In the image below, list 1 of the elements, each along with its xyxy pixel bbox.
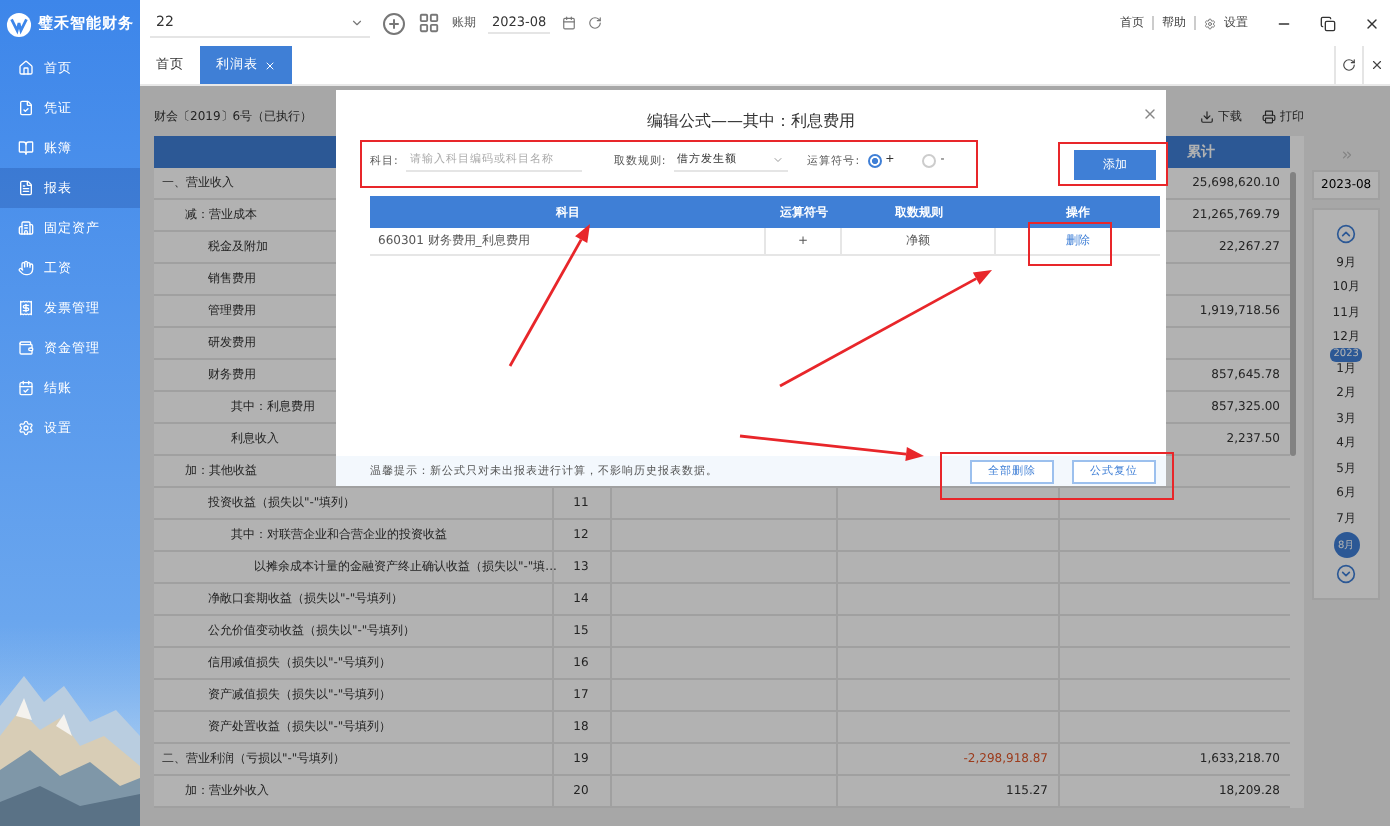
dialog-title: 编辑公式——其中：利息费用 [647,109,855,131]
